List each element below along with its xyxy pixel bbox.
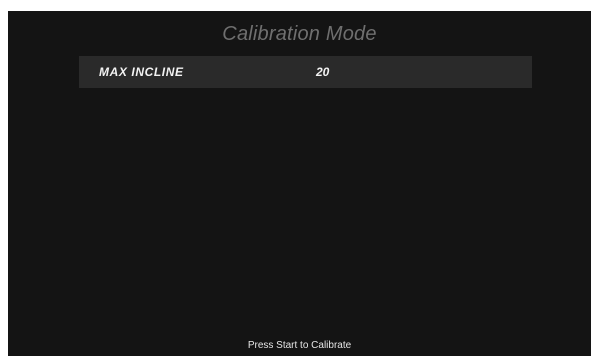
setting-label: MAX INCLINE: [99, 65, 184, 79]
calibration-screen: Calibration Mode MAX INCLINE 20 Press St…: [8, 11, 591, 356]
setting-row-max-incline[interactable]: MAX INCLINE 20: [79, 56, 532, 88]
page-title: Calibration Mode: [222, 23, 377, 45]
instruction-text: Press Start to Calibrate: [247, 340, 352, 351]
setting-value: 20: [316, 65, 330, 79]
display-frame: Calibration Mode MAX INCLINE 20 Press St…: [0, 0, 600, 356]
